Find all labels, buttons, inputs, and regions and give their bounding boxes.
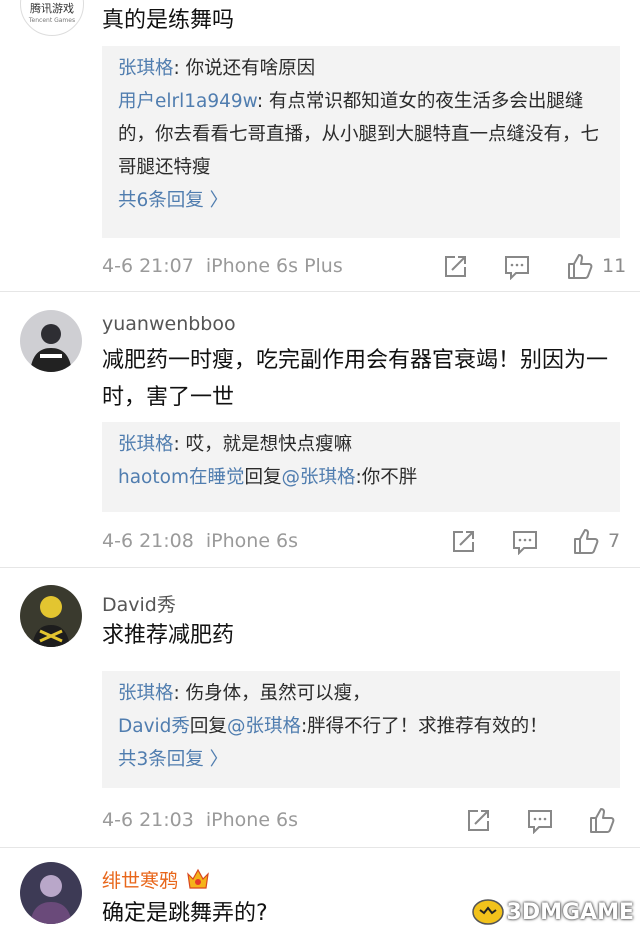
reply-author-link[interactable]: 张琪格: [118, 58, 174, 79]
comment-meta: 4-6 21:03 iPhone 6s: [102, 809, 298, 831]
more-replies-link[interactable]: 共3条回复 〉: [118, 743, 604, 776]
comment-text: 减肥药一时瘦，吃完副作用会有器官衰竭！别因为一时，害了一世: [102, 348, 609, 410]
reply-mention-link[interactable]: @张琪格: [282, 467, 356, 488]
divider: [0, 291, 640, 292]
comment-button[interactable]: [512, 529, 538, 555]
repost-icon: [445, 256, 466, 277]
avatar[interactable]: 腾讯游戏 Tencent Games: [20, 0, 84, 36]
reply-box[interactable]: 张琪格: 伤身体，虽然可以瘦， David秀回复@张琪格:胖得不行了！求推荐有效…: [102, 671, 620, 788]
like-button[interactable]: 7: [572, 527, 620, 555]
reply-item: 张琪格: 哎，就是想快点瘦嘛: [118, 434, 353, 455]
repost-icon: [468, 810, 489, 831]
comment-icon: [505, 256, 529, 280]
watermark-logo-icon: [471, 899, 504, 925]
comment-text: 真的是练舞吗: [102, 8, 235, 33]
site-watermark: 3DMGAME: [471, 897, 634, 927]
reply-item: 张琪格: 你说还有啥原因: [118, 58, 316, 79]
reply-author-link[interactable]: haotom在睡觉: [118, 467, 244, 488]
reply-author-link[interactable]: David秀: [118, 716, 190, 737]
avatar[interactable]: [20, 310, 82, 372]
reply-author-link[interactable]: 张琪格: [118, 434, 174, 455]
like-icon: [590, 808, 615, 833]
reply-author-link[interactable]: 张琪格: [118, 683, 174, 704]
reply-mention-link[interactable]: @张琪格: [227, 716, 301, 737]
reply-item: haotom在睡觉回复@张琪格:你不胖: [118, 467, 418, 488]
comment-text: 求推荐减肥药: [102, 623, 235, 648]
comment-icon: [528, 810, 552, 834]
user-avatar-image: [20, 585, 82, 647]
like-button[interactable]: [588, 806, 616, 834]
reply-box[interactable]: 张琪格: 你说还有啥原因 用户elrl1a949w: 有点常识都知道女的夜生活多…: [102, 46, 620, 238]
device-label: iPhone 6s Plus: [205, 255, 343, 277]
like-icon: [568, 254, 593, 279]
more-replies-link[interactable]: 共6条回复 〉: [118, 184, 604, 217]
comment-icon: [513, 531, 537, 555]
reply-box[interactable]: 张琪格: 哎，就是想快点瘦嘛 haotom在睡觉回复@张琪格:你不胖: [102, 422, 620, 512]
crown-badge-icon: [186, 868, 210, 895]
repost-icon: [453, 531, 474, 552]
comment-button[interactable]: [527, 808, 553, 834]
device-label: iPhone 6s: [205, 530, 299, 552]
repost-button[interactable]: [442, 254, 468, 280]
repost-button[interactable]: [450, 529, 476, 555]
timestamp: 4-6 21:08: [102, 530, 194, 552]
user-avatar-image: [20, 862, 82, 924]
comment-meta: 4-6 21:07 iPhone 6s Plus: [102, 255, 343, 277]
timestamp: 4-6 21:03: [102, 809, 194, 831]
reply-author-link[interactable]: 用户elrl1a949w: [118, 91, 257, 112]
reply-item: David秀回复@张琪格:胖得不行了！求推荐有效的！: [118, 716, 548, 737]
avatar[interactable]: [20, 585, 82, 647]
reply-item: 用户elrl1a949w: 有点常识都知道女的夜生活多会出腿缝的，你去看看七哥直…: [118, 91, 600, 178]
timestamp: 4-6 21:07: [102, 255, 194, 277]
user-avatar-image: [20, 310, 82, 372]
divider: [0, 567, 640, 568]
comment-meta: 4-6 21:08 iPhone 6s: [102, 530, 298, 552]
avatar[interactable]: [20, 862, 82, 924]
divider: [0, 847, 640, 848]
comment-button[interactable]: [504, 254, 530, 280]
like-count: 7: [608, 530, 621, 552]
like-button[interactable]: 11: [566, 252, 626, 280]
repost-button[interactable]: [465, 808, 491, 834]
tencent-games-logo: 腾讯游戏 Tencent Games: [28, 2, 76, 25]
like-count: 11: [602, 255, 627, 277]
username[interactable]: yuanwenbboo: [102, 313, 236, 335]
device-label: iPhone 6s: [205, 809, 299, 831]
reply-item: 张琪格: 伤身体，虽然可以瘦，: [118, 683, 371, 704]
username[interactable]: David秀: [102, 590, 176, 617]
like-icon: [574, 529, 599, 554]
username[interactable]: 绯世寒鸦: [102, 866, 210, 895]
